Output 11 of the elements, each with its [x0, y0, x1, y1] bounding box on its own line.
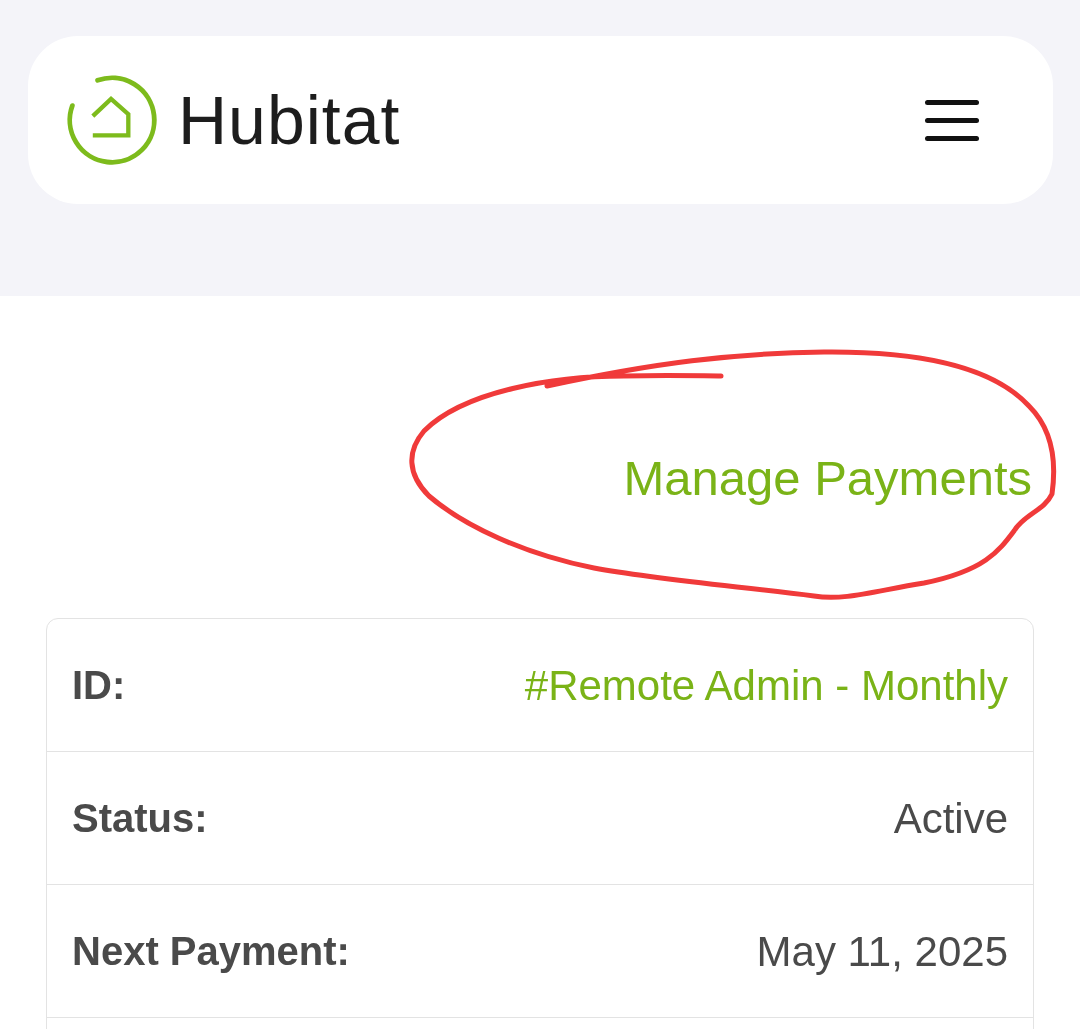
- menu-button[interactable]: [923, 98, 981, 142]
- row-label: Next Payment:: [72, 928, 350, 975]
- row-label: ID:: [72, 662, 126, 709]
- row-value: May 11, 2025: [756, 926, 1008, 977]
- row-label: Status:: [72, 795, 208, 842]
- manage-payments-link[interactable]: Manage Payments: [623, 449, 1032, 507]
- logo-text[interactable]: Hubitat: [178, 86, 401, 154]
- menu-icon: [923, 98, 981, 142]
- row-value: Active: [893, 793, 1008, 844]
- subscription-id-link[interactable]: #Remote Admin - Monthly: [524, 653, 1008, 717]
- logo-icon: [64, 72, 160, 168]
